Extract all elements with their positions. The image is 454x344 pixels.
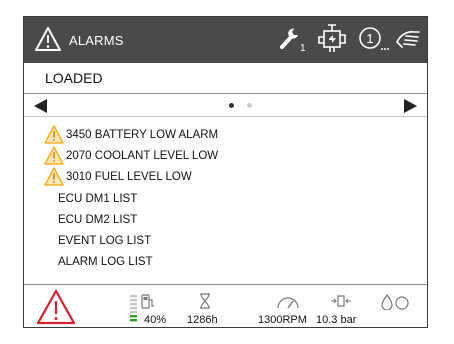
display-frame: ALARMS 1 1 LOADED 3450 BATTERY LOW ALARM… xyxy=(23,16,428,328)
svg-text:1: 1 xyxy=(366,31,373,46)
list-item-label: ALARM LOG LIST xyxy=(58,256,153,268)
page-indicator-active xyxy=(229,103,234,108)
warning-triangle-icon xyxy=(44,146,64,165)
list-item-label: 3010 FUEL LEVEL LOW xyxy=(66,171,192,183)
fuel-pump-icon xyxy=(141,294,154,309)
list-item-label: 2070 COOLANT LEVEL LOW xyxy=(66,150,219,162)
coolant-icon xyxy=(381,294,409,310)
list-item-label: EVENT LOG LIST xyxy=(58,235,152,247)
page-navigator xyxy=(24,94,427,117)
hourglass-icon xyxy=(200,293,210,309)
oil-pressure-icon xyxy=(331,295,351,307)
header-bar: ALARMS 1 1 xyxy=(24,17,427,63)
speed-value: 1300RPM xyxy=(258,314,307,326)
previous-page-arrow-icon[interactable] xyxy=(34,99,47,113)
hours-value: 1286h xyxy=(187,314,218,326)
tachometer-icon xyxy=(277,297,299,309)
status-bar: LOADED xyxy=(24,63,427,94)
counter-icon[interactable]: 1 xyxy=(358,25,390,53)
pressure-value: 10.3 bar xyxy=(316,314,357,326)
hand-icon[interactable] xyxy=(396,28,422,50)
screen-title: ALARMS xyxy=(69,33,124,48)
list-item-label: ECU DM1 LIST xyxy=(58,193,138,205)
wrench-icon[interactable] xyxy=(279,26,301,52)
fuel-level-gauge xyxy=(130,295,137,322)
next-page-arrow-icon[interactable] xyxy=(404,99,417,113)
list-item-label: ECU DM2 LIST xyxy=(58,214,138,226)
load-status: LOADED xyxy=(45,70,103,86)
status-footer: 40% 1286h 1300RPM 10.3 bar xyxy=(24,284,427,328)
engine-icon[interactable] xyxy=(317,24,347,54)
warning-triangle-icon xyxy=(44,167,64,186)
page-indicator-inactive xyxy=(247,103,252,108)
warning-triangle-icon xyxy=(44,125,64,144)
warning-icon[interactable] xyxy=(34,26,62,52)
list-item-label: 3450 BATTERY LOW ALARM xyxy=(66,129,219,141)
fuel-value: 40% xyxy=(144,314,167,326)
service-badge: 1 xyxy=(300,43,306,54)
alarm-warning-icon[interactable] xyxy=(36,289,76,325)
